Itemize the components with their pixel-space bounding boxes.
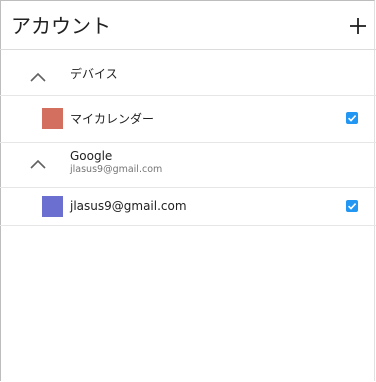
- calendar-label: マイカレンダー: [70, 112, 155, 126]
- add-account-button[interactable]: [346, 14, 370, 38]
- calendar-checkbox[interactable]: [346, 112, 358, 124]
- app-header: アカウント: [0, 0, 376, 50]
- chevron-up-icon[interactable]: [29, 68, 47, 82]
- plus-icon: [346, 14, 370, 38]
- calendar-label: jlasus9@gmail.com: [70, 199, 187, 213]
- calendar-color-swatch: [42, 108, 63, 129]
- calendar-row-my-calendar[interactable]: マイカレンダー: [0, 96, 376, 143]
- calendar-row-google-account[interactable]: jlasus9@gmail.com: [0, 188, 376, 226]
- calendar-checkbox[interactable]: [346, 200, 358, 212]
- page-title: アカウント: [11, 14, 111, 38]
- section-header-google[interactable]: Google jlasus9@gmail.com: [0, 143, 376, 188]
- account-email: jlasus9@gmail.com: [70, 164, 163, 175]
- chevron-up-icon[interactable]: [29, 155, 47, 169]
- section-label: Google: [70, 149, 113, 163]
- section-label: デバイス: [70, 67, 118, 81]
- calendar-color-swatch: [42, 196, 63, 217]
- section-header-device[interactable]: デバイス: [0, 50, 376, 96]
